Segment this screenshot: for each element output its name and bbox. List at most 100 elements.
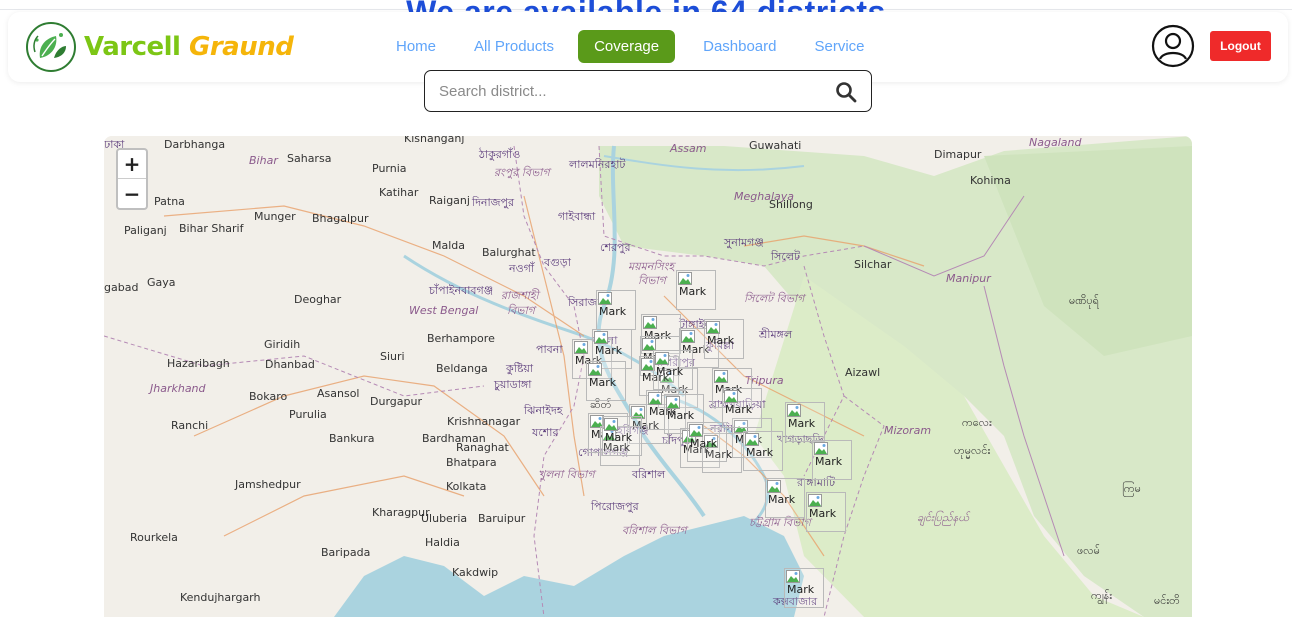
map-label: সিলেট bbox=[771, 250, 801, 263]
nav-coverage[interactable]: Coverage bbox=[578, 30, 676, 63]
district-marker[interactable]: Mark bbox=[586, 361, 626, 401]
district-marker[interactable]: Mark bbox=[602, 416, 642, 456]
map-label: Berhampore bbox=[427, 332, 495, 345]
map-label: গাইবান্ধা bbox=[558, 210, 596, 223]
marker-label: Mark bbox=[809, 507, 837, 520]
district-marker[interactable]: Mark bbox=[784, 568, 824, 608]
marker-label: Mark bbox=[690, 437, 718, 450]
map-label: Aizawl bbox=[845, 366, 881, 379]
map-label: Raiganj bbox=[429, 194, 470, 207]
brand-name: Varcell Graund bbox=[84, 32, 294, 62]
zoom-control: + − bbox=[116, 148, 148, 210]
district-marker[interactable]: Mark bbox=[722, 388, 762, 428]
district-marker[interactable]: Mark bbox=[812, 440, 852, 480]
map-label: gabad bbox=[104, 281, 139, 294]
broken-image-icon bbox=[604, 418, 618, 431]
map-label: West Bengal bbox=[409, 304, 479, 317]
map-label: Purnia bbox=[372, 162, 407, 175]
district-marker[interactable]: Mark bbox=[785, 402, 825, 442]
map-label: ঠাকুরগাঁও bbox=[479, 148, 521, 161]
marker-label: Mark bbox=[768, 493, 796, 506]
nav-dashboard[interactable]: Dashboard bbox=[703, 38, 776, 55]
map-label: সুনামগঞ্জ bbox=[724, 236, 764, 249]
marker-label: Mark bbox=[656, 365, 684, 378]
broken-image-icon bbox=[706, 321, 720, 334]
map-label: Uluberia bbox=[421, 512, 468, 525]
map-label: Nagaland bbox=[1029, 136, 1082, 149]
map-label: မင်းတိ bbox=[1154, 594, 1180, 607]
district-marker[interactable]: Mark bbox=[704, 319, 744, 359]
marker-label: Mark bbox=[815, 455, 843, 468]
map-label: Assam bbox=[670, 142, 707, 155]
broken-image-icon bbox=[681, 330, 695, 343]
map-label: Bhagalpur bbox=[312, 212, 369, 225]
map-label: Kohima bbox=[970, 174, 1011, 187]
map-label: Bihar bbox=[249, 154, 278, 167]
nav-home[interactable]: Home bbox=[396, 38, 436, 55]
map-label: বরিশাল bbox=[632, 468, 666, 481]
district-marker[interactable]: Mark bbox=[743, 431, 783, 471]
logout-button[interactable]: Logout bbox=[1210, 31, 1271, 61]
map-label: Beldanga bbox=[436, 362, 488, 375]
map-label: সিলেট বিভাগ bbox=[744, 292, 805, 305]
map-label: বগুড়া bbox=[544, 256, 571, 269]
map-label: Purulia bbox=[289, 408, 327, 421]
map-label: Saharsa bbox=[287, 152, 332, 165]
brand-logo[interactable]: Varcell Graund bbox=[26, 21, 294, 73]
map-label: Manipur bbox=[946, 272, 991, 285]
broken-image-icon bbox=[814, 442, 828, 455]
district-marker[interactable]: Mark bbox=[765, 478, 805, 518]
map-label: বিভাগ bbox=[638, 274, 666, 287]
map-label: যশোর bbox=[532, 426, 559, 439]
marker-label: Mark bbox=[725, 403, 753, 416]
broken-image-icon bbox=[767, 480, 781, 493]
coverage-map[interactable]: + − Darbhanga Kishanganj ঠাকুরগাঁও লালমনিরহ… bbox=[104, 136, 1192, 617]
map-label: বিভাগ bbox=[507, 304, 535, 317]
map-label: Haldia bbox=[425, 536, 460, 549]
marker-label: Mark bbox=[589, 376, 617, 389]
map-label: রংপুর বিভাগ bbox=[494, 166, 550, 179]
zoom-out-button[interactable]: − bbox=[118, 179, 146, 208]
search-input[interactable] bbox=[439, 80, 819, 102]
search-icon[interactable] bbox=[835, 81, 857, 103]
map-label: Bihar Sharif bbox=[179, 222, 244, 235]
map-label: চুয়াডাঙ্গা bbox=[494, 378, 532, 391]
search-box bbox=[424, 70, 872, 112]
map-label: Rourkela bbox=[130, 531, 178, 544]
district-marker[interactable]: Mark bbox=[806, 492, 846, 532]
map-label: Malda bbox=[432, 239, 466, 252]
map-label: Bhatpara bbox=[446, 456, 497, 469]
map-label: Krishnanagar bbox=[447, 415, 521, 428]
map-label: Darbhanga bbox=[164, 138, 226, 151]
map-label: Ranchi bbox=[171, 419, 209, 432]
marker-label: Mark bbox=[667, 409, 695, 422]
nav-service[interactable]: Service bbox=[815, 38, 865, 55]
map-label: Dimapur bbox=[934, 148, 982, 161]
district-marker[interactable]: Mark bbox=[653, 350, 693, 390]
map-label: Shillong bbox=[769, 198, 813, 211]
map-label: Durgapur bbox=[370, 395, 422, 408]
map-label: সিরাজ bbox=[568, 296, 598, 309]
marker-label: Mark bbox=[788, 417, 816, 430]
nav-all-products[interactable]: All Products bbox=[474, 38, 554, 55]
map-label: Baripada bbox=[321, 546, 371, 559]
map-label: Dhanbad bbox=[265, 358, 315, 371]
map-label: မဏိပုရ် bbox=[1069, 294, 1099, 307]
map-label: Deoghar bbox=[294, 293, 342, 306]
map-label: চাঁপাইনবাবগঞ্জ bbox=[429, 284, 494, 297]
district-marker[interactable]: Mark bbox=[596, 290, 636, 330]
broken-image-icon bbox=[689, 424, 703, 437]
map-label: Bokaro bbox=[249, 390, 288, 403]
map-label: ချင်းပြည်နယ် bbox=[917, 511, 969, 524]
map-label: Paliganj bbox=[124, 224, 167, 237]
map-label: Kolkata bbox=[446, 480, 487, 493]
map-label: দিনাজপুর bbox=[472, 196, 515, 209]
district-marker[interactable]: Mark bbox=[687, 422, 727, 462]
brand-name-second: Graund bbox=[189, 32, 294, 62]
broken-image-icon bbox=[588, 363, 602, 376]
map-label: Katihar bbox=[379, 186, 419, 199]
marker-label: Mark bbox=[605, 431, 633, 444]
broken-image-icon bbox=[643, 316, 657, 329]
user-circle-icon[interactable] bbox=[1151, 24, 1195, 68]
district-marker[interactable]: Mark bbox=[676, 270, 716, 310]
